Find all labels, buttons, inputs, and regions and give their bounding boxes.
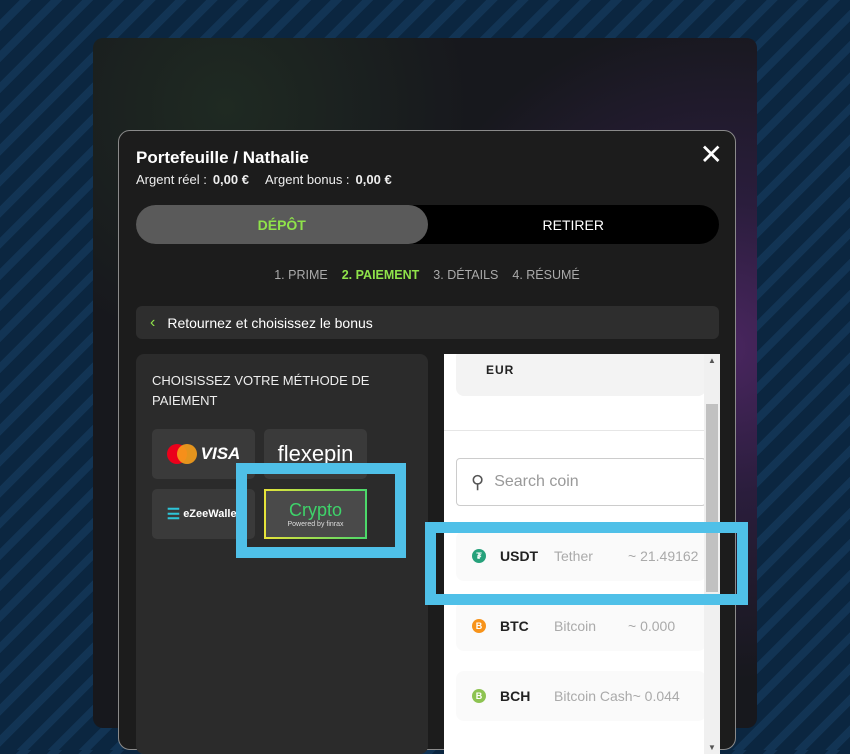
coin-name: Bitcoin Cash xyxy=(554,688,633,704)
step-2: 2. PAIEMENT xyxy=(341,268,420,282)
currency-card: EUR xyxy=(456,354,706,396)
step-3: 3. DÉTAILS xyxy=(433,268,499,282)
coin-symbol: BCH xyxy=(500,688,531,704)
scroll-down-icon[interactable]: ▼ xyxy=(704,743,720,752)
tabs: DÉPÔT RETIRER xyxy=(136,205,719,244)
coin-row-btc[interactable]: B BTC Bitcoin ~ 0.000 xyxy=(456,601,706,651)
bitcoin-icon: B xyxy=(472,619,486,633)
close-icon[interactable]: ✕ xyxy=(700,141,723,169)
coin-row-bch[interactable]: B BCH Bitcoin Cash ~ 0.044 xyxy=(456,671,706,721)
bitcoin-cash-icon: B xyxy=(472,689,486,703)
search-coin-input[interactable]: ⚲ Search coin xyxy=(456,458,706,506)
ezee-icon: ☰ xyxy=(166,506,181,523)
scroll-up-icon[interactable]: ▲ xyxy=(704,356,720,365)
ezeewallet-logo: eZeeWallet xyxy=(183,508,241,520)
coin-symbol: BTC xyxy=(500,618,529,634)
back-label: Retournez et choisissez le bonus xyxy=(167,314,373,331)
chevron-left-icon: ‹ xyxy=(150,313,156,331)
real-money-label: Argent réel : xyxy=(136,172,207,187)
real-money-value: 0,00 € xyxy=(212,172,249,187)
stepper: 1. PRIME 2. PAIEMENT 3. DÉTAILS 4. RÉSUMÉ xyxy=(119,268,735,282)
payment-methods-heading: CHOISISSEZ VOTRE MÉTHODE DE PAIEMENT xyxy=(152,373,370,408)
search-icon: ⚲ xyxy=(471,471,485,492)
balances: Argent réel : 0,00 € Argent bonus : 0,00 € xyxy=(136,172,408,187)
bonus-money-value: 0,00 € xyxy=(355,172,392,187)
mastercard-logo xyxy=(166,444,197,464)
coin-amount: ~ 0.000 xyxy=(628,618,676,634)
search-placeholder: Search coin xyxy=(494,473,579,490)
divider xyxy=(444,430,704,431)
visa-logo: VISA xyxy=(200,444,241,463)
back-to-bonus-button[interactable]: ‹ Retournez et choisissez le bonus xyxy=(136,306,719,339)
step-1: 1. PRIME xyxy=(274,268,328,282)
modal-title: Portefeuille / Nathalie xyxy=(136,148,309,167)
bonus-money-label: Argent bonus : xyxy=(264,172,350,187)
coin-amount: ~ 0.044 xyxy=(632,688,680,704)
wallet-modal: Portefeuille / Nathalie Argent réel : 0,0… xyxy=(118,130,736,754)
tab-deposit[interactable]: DÉPÔT xyxy=(136,205,428,244)
tab-withdraw[interactable]: RETIRER xyxy=(428,205,720,244)
highlight-usdt xyxy=(425,522,748,605)
step-4: 4. RÉSUMÉ xyxy=(512,268,580,282)
highlight-crypto xyxy=(236,463,406,558)
coin-name: Bitcoin xyxy=(554,618,597,634)
